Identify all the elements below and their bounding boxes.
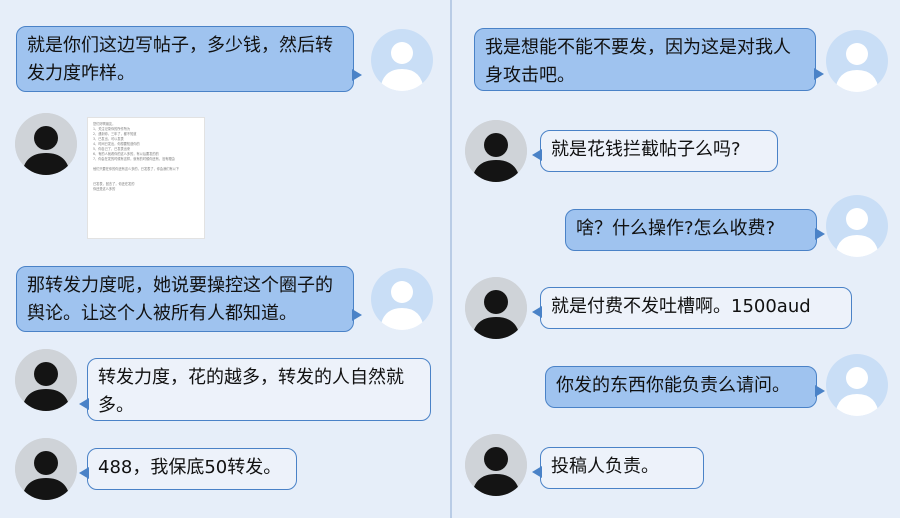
- document-thumbnail[interactable]: 您们好啊朋友， 1、关注记录你的所作所为 2、遇到你，三年了，都不知道 3、已发…: [87, 117, 205, 239]
- avatar-other-icon: [465, 120, 527, 182]
- right-msg-6: 投稿人负责。: [532, 447, 704, 489]
- right-msg-3: 啥？什么操作?怎么收费?: [565, 209, 825, 251]
- avatar-self-icon: [371, 29, 433, 91]
- avatar-other-icon: [465, 434, 527, 496]
- left-msg-3: 转发力度，花的越多，转发的人自然就多。: [79, 358, 431, 421]
- avatar-self-icon: [371, 268, 433, 330]
- left-msg-1: 就是你们这边写帖子，多少钱，然后转发力度咋样。: [16, 26, 362, 92]
- right-msg-4: 就是付费不发吐槽啊。1500aud: [532, 287, 852, 329]
- right-msg-2: 就是花钱拦截帖子么吗?: [532, 130, 778, 172]
- panel-divider: [450, 0, 452, 518]
- avatar-self-icon: [826, 354, 888, 416]
- left-msg-4: 488，我保底50转发。: [79, 448, 297, 490]
- right-msg-5: 你发的东西你能负责么请问。: [545, 366, 825, 408]
- right-msg-1: 我是想能不能不要发，因为这是对我人身攻击吧。: [474, 28, 824, 91]
- avatar-other-icon: [15, 349, 77, 411]
- avatar-other-icon: [15, 113, 77, 175]
- avatar-other-icon: [465, 277, 527, 339]
- avatar-self-icon: [826, 30, 888, 92]
- chat-screenshot: 就是你们这边写帖子，多少钱，然后转发力度咋样。 您们好啊朋友， 1、关注记录你的…: [0, 0, 900, 518]
- doc-line: 你还是这么多的: [93, 187, 116, 191]
- avatar-self-icon: [826, 195, 888, 257]
- avatar-other-icon: [15, 438, 77, 500]
- left-msg-2: 那转发力度呢，她说要操控这个圈子的舆论。让这个人被所有人都知道。: [16, 266, 362, 332]
